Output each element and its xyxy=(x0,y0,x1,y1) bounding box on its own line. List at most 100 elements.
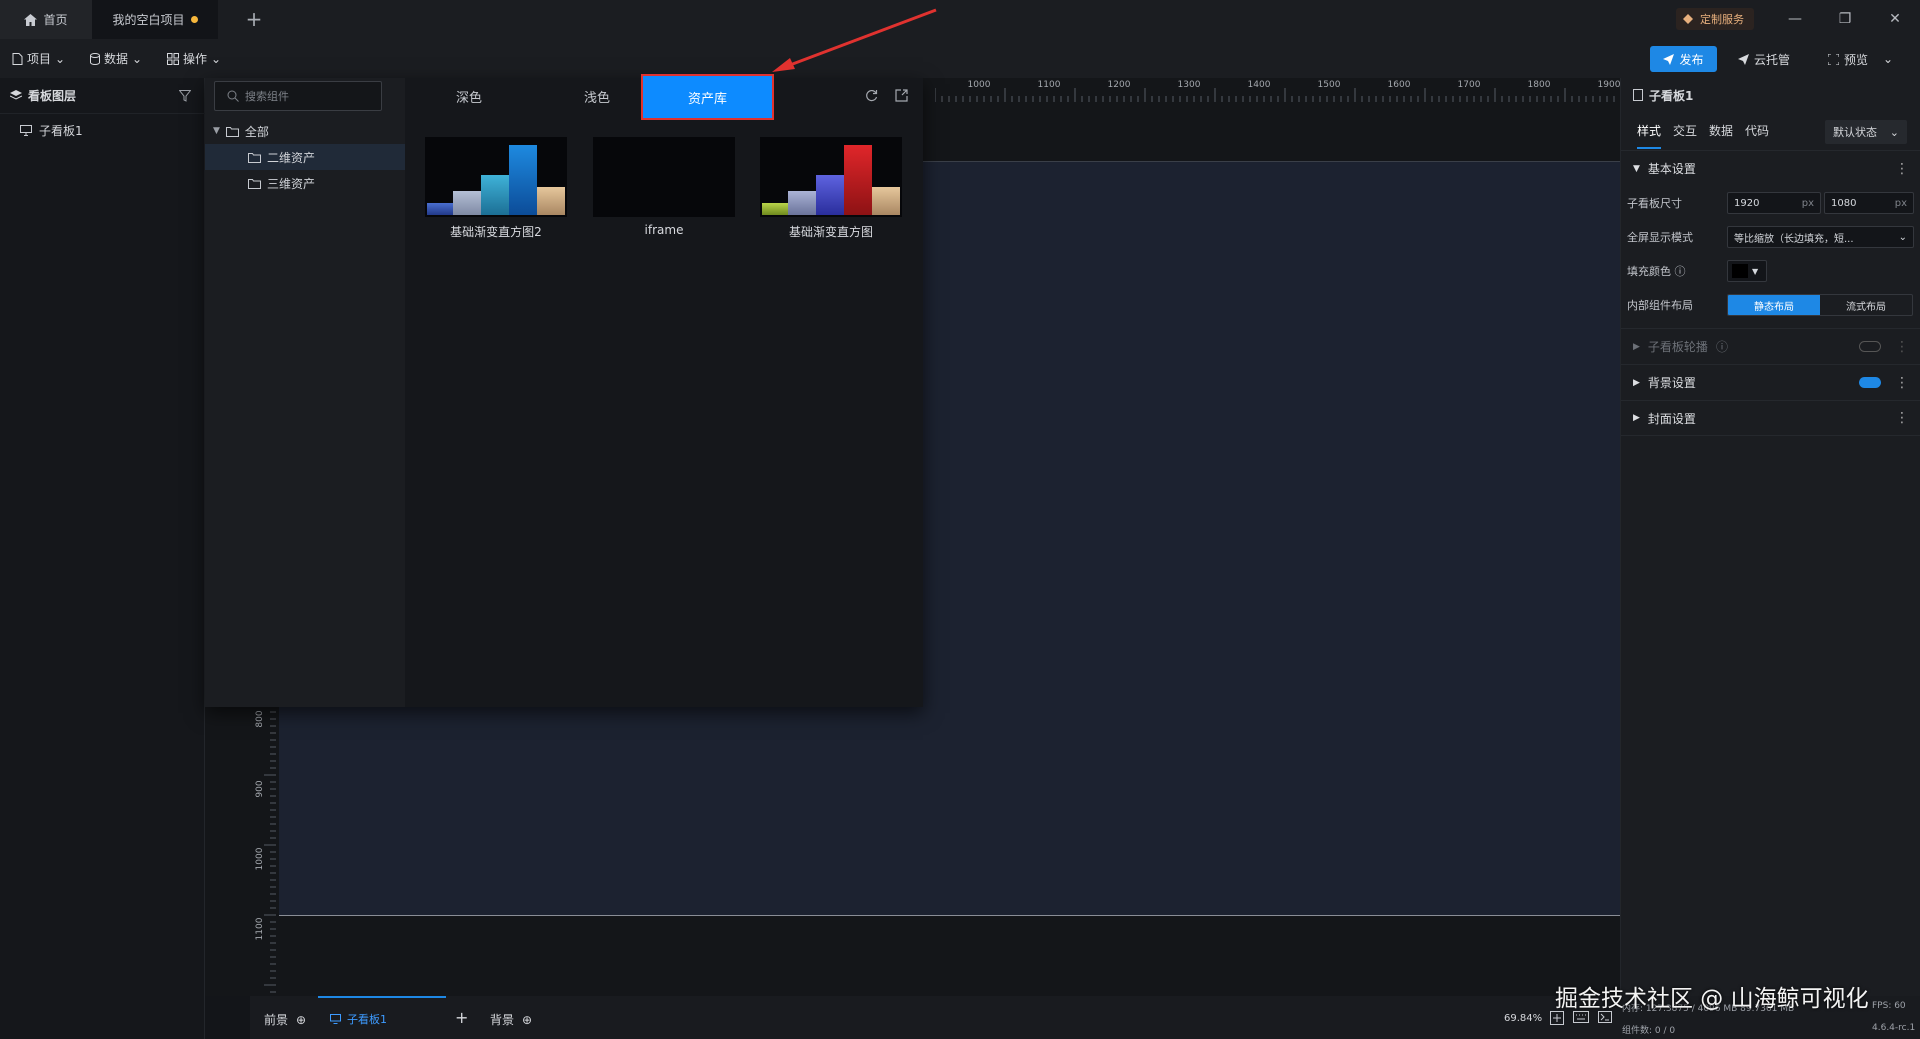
unsaved-dot xyxy=(190,16,198,23)
fullscreen-icon xyxy=(1828,53,1839,65)
subboard-tab[interactable]: 子看板1 xyxy=(318,996,446,1039)
menu-bar xyxy=(0,39,1920,78)
close-window-button[interactable]: ✕ xyxy=(1880,9,1910,31)
ruler-label: 1900 xyxy=(1598,80,1620,90)
caret-down-icon: ▼ xyxy=(213,126,220,136)
custom-service-button[interactable]: 定制服务 xyxy=(1676,8,1754,30)
fit-icon[interactable] xyxy=(1550,1011,1564,1025)
state-select[interactable]: 默认状态 ⌄ xyxy=(1825,120,1907,144)
tab-home[interactable]: 首页 xyxy=(0,0,92,39)
monitor-icon xyxy=(20,125,32,136)
asset-card[interactable]: 基础渐变直方图2 xyxy=(425,137,567,240)
send-icon xyxy=(1663,53,1675,65)
layer-item-label: 子看板1 xyxy=(39,124,83,138)
external-link-icon[interactable] xyxy=(895,89,908,102)
height-input[interactable]: 1080 px xyxy=(1824,192,1914,214)
section-carousel[interactable]: ▶ 子看板轮播 ⓘ ⋮ xyxy=(1621,328,1920,364)
publish-label: 发布 xyxy=(1679,52,1704,67)
cloud-hosting-label: 云托管 xyxy=(1754,52,1791,67)
carousel-toggle[interactable] xyxy=(1859,341,1881,352)
tab-asset-library[interactable]: 资产库 xyxy=(641,74,774,120)
tab-interaction[interactable]: 交互 xyxy=(1673,122,1697,149)
menu-operation[interactable]: 操作 ⌄ xyxy=(167,39,221,78)
add-circle-icon[interactable]: ⊕ xyxy=(522,1013,532,1027)
layout-flow-button[interactable]: 流式布局 xyxy=(1820,295,1912,315)
cloud-hosting-button[interactable]: 云托管 xyxy=(1738,46,1790,72)
asset-card[interactable]: 基础渐变直方图 xyxy=(760,137,902,240)
tree-item-label: 三维资产 xyxy=(267,176,316,191)
more-icon[interactable]: ⋮ xyxy=(1895,410,1909,426)
more-icon[interactable]: ⋮ xyxy=(1895,339,1909,355)
add-tab-button[interactable]: + xyxy=(238,8,270,32)
tree-item-3d[interactable]: 三维资产 xyxy=(205,170,405,196)
tree-item-all[interactable]: ▼ 全部 xyxy=(213,118,405,144)
menu-data[interactable]: 数据 ⌄ xyxy=(90,39,142,78)
minimize-button[interactable]: — xyxy=(1780,9,1810,31)
menu-project-label: 项目 xyxy=(27,52,52,66)
grid-icon xyxy=(167,52,179,65)
asset-thumbnail xyxy=(425,137,567,217)
width-input[interactable]: 1920 px xyxy=(1727,192,1821,214)
ruler-label: 1000 xyxy=(968,80,991,90)
foreground-tab[interactable]: 前景 ⊕ xyxy=(264,1011,306,1028)
more-icon[interactable]: ⋮ xyxy=(1895,161,1909,177)
tab-data[interactable]: 数据 xyxy=(1709,122,1733,149)
fullscreen-label: 全屏显示模式 xyxy=(1627,231,1693,244)
row-size: 子看板尺寸 1920 px 1080 px xyxy=(1621,186,1920,220)
help-icon[interactable]: ⓘ xyxy=(1675,265,1686,278)
fill-color-picker[interactable]: ▼ xyxy=(1727,260,1767,282)
terminal-icon[interactable] xyxy=(1598,1011,1612,1025)
layer-item[interactable]: 子看板1 xyxy=(20,122,83,139)
background-tab[interactable]: 背景 ⊕ xyxy=(490,1011,532,1028)
asset-card[interactable]: iframe xyxy=(593,137,735,237)
search-placeholder: 搜索组件 xyxy=(245,90,289,103)
watermark: 掘金技术社区 @ 山海鲸可视化 xyxy=(1555,986,1869,1012)
folder-icon xyxy=(248,152,261,163)
folder-icon xyxy=(225,126,239,137)
search-input[interactable]: 搜索组件 xyxy=(214,81,382,111)
caret-right-icon: ▶ xyxy=(1633,341,1640,352)
section-cover-title: 封面设置 xyxy=(1647,411,1696,426)
monitor-icon xyxy=(330,1013,341,1024)
ruler-label: 1800 xyxy=(1528,80,1551,90)
width-value: 1920 xyxy=(1734,197,1760,209)
tab-style[interactable]: 样式 xyxy=(1637,122,1662,149)
tab-code[interactable]: 代码 xyxy=(1745,122,1769,149)
ruler-label: 900 xyxy=(255,780,265,797)
section-basic[interactable]: ▼ 基本设置 ⋮ xyxy=(1621,150,1920,186)
home-icon xyxy=(24,13,38,26)
preview-button[interactable]: 预览 ⌄ xyxy=(1828,46,1893,72)
foreground-label: 前景 xyxy=(264,1013,289,1027)
ruler-label: 800 xyxy=(255,710,265,727)
tree-item-2d[interactable]: 二维资产 xyxy=(205,144,405,170)
zoom-level[interactable]: 69.84% xyxy=(1504,1013,1542,1024)
asset-tree: 搜索组件 ▼ 全部 二维资产 三维资产 xyxy=(205,78,405,707)
help-icon[interactable]: ⓘ xyxy=(1716,338,1728,355)
keyboard-icon[interactable] xyxy=(1573,1011,1589,1025)
restore-button[interactable]: ❐ xyxy=(1830,9,1860,31)
database-icon xyxy=(90,52,100,65)
ruler-label: 1500 xyxy=(1318,80,1341,90)
tab-project-label: 我的空白项目 xyxy=(112,13,185,27)
refresh-icon[interactable] xyxy=(865,89,878,102)
menu-project[interactable]: 项目 ⌄ xyxy=(12,39,65,78)
ruler-top: 1000 1100 1200 1300 1400 1500 1600 1700 1800 1900 xyxy=(935,78,1620,102)
tab-dark[interactable]: 深色 xyxy=(405,78,533,114)
section-background[interactable]: ▶ 背景设置 ⋮ xyxy=(1621,364,1920,400)
chevron-down-icon: ⌄ xyxy=(1889,125,1899,139)
ruler-left: 800 900 1000 1100 xyxy=(250,705,278,996)
filter-icon[interactable] xyxy=(179,89,191,102)
add-board-button[interactable]: + xyxy=(455,1008,468,1027)
component-count: 组件数: 0 / 0 xyxy=(1622,1026,1676,1036)
properties-panel: 子看板1 样式 交互 数据 代码 默认状态 ⌄ ▼ 基本设置 ⋮ 子看板尺寸 1… xyxy=(1620,78,1920,1039)
add-circle-icon[interactable]: ⊕ xyxy=(296,1013,306,1027)
preview-label: 预览 xyxy=(1844,52,1869,67)
tab-project[interactable]: 我的空白项目 xyxy=(92,0,218,39)
background-toggle[interactable] xyxy=(1859,377,1881,388)
asset-thumbnail xyxy=(760,137,902,217)
publish-button[interactable]: 发布 xyxy=(1650,46,1717,72)
section-cover[interactable]: ▶ 封面设置 ⋮ xyxy=(1621,400,1920,436)
fullscreen-select[interactable]: 等比缩放（长边填充，短... ⌄ xyxy=(1727,226,1914,248)
layout-static-button[interactable]: 静态布局 xyxy=(1728,295,1820,315)
more-icon[interactable]: ⋮ xyxy=(1895,375,1909,391)
